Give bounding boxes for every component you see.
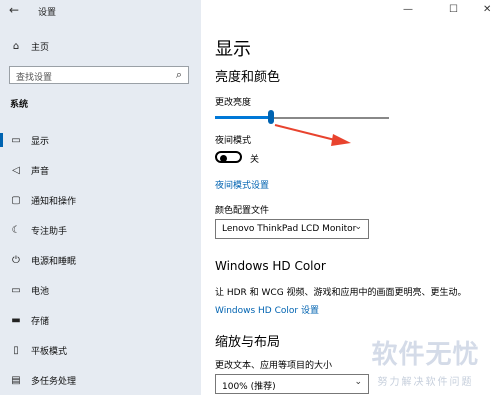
scale-dropdown[interactable]: 100% (推荐) ⌄: [215, 374, 369, 394]
sidebar-item-label: 存储: [31, 316, 50, 327]
color-profile-dropdown[interactable]: Lenovo ThinkPad LCD Monitor ⌄: [215, 219, 369, 239]
tablet-icon: ▯: [13, 344, 19, 356]
watermark: 软件无忧 努力解决软件问题: [368, 334, 483, 388]
moon-icon: ☾: [11, 224, 21, 236]
sidebar-item-battery[interactable]: ▭ 电池: [0, 279, 201, 301]
sidebar-item-focus-assist[interactable]: ☾ 专注助手: [0, 219, 201, 241]
night-light-settings-link[interactable]: 夜间模式设置: [215, 178, 269, 191]
sidebar-item-tablet-mode[interactable]: ▯ 平板模式: [0, 339, 201, 361]
sidebar-item-label: 声音: [31, 166, 50, 177]
speaker-icon: ◁: [12, 164, 20, 176]
color-profile-value: Lenovo ThinkPad LCD Monitor: [222, 224, 357, 234]
scale-value: 100% (推荐): [222, 382, 276, 392]
sidebar-item-home[interactable]: ⌂ 主页: [0, 35, 201, 57]
scale-label: 更改文本、应用等项目的大小: [215, 361, 333, 371]
sidebar-item-label: 显示: [31, 136, 50, 147]
annotation-arrow-icon: [274, 124, 351, 146]
chevron-down-icon: ⌄: [354, 222, 362, 232]
sidebar-item-display[interactable]: ▭ 显示: [0, 129, 201, 151]
color-profile-label: 颜色配置文件: [215, 206, 270, 216]
sidebar-item-label: 平板模式: [31, 346, 68, 357]
back-arrow-icon[interactable]: ←: [9, 3, 19, 17]
hd-color-settings-link[interactable]: Windows HD Color 设置: [215, 303, 319, 316]
multitask-icon: ▤: [11, 374, 21, 386]
sidebar-item-notifications[interactable]: ▢ 通知和操作: [0, 189, 201, 211]
main-content: — ☐ ✕ 显示 亮度和颜色 更改亮度 夜间模式 关 夜间模式设置 颜色配置文件…: [201, 0, 500, 395]
home-icon: ⌂: [12, 40, 20, 52]
sidebar-item-power[interactable]: ⏻ 电源和睡眠: [0, 249, 201, 271]
sidebar-item-sound[interactable]: ◁ 声音: [0, 159, 201, 181]
battery-icon: ▭: [11, 284, 21, 296]
sidebar-item-label: 电源和睡眠: [31, 256, 77, 267]
watermark-main: 软件无忧: [371, 340, 480, 370]
hd-color-description: 让 HDR 和 WCG 视频、游戏和应用中的画面更明亮、更生动。: [215, 288, 467, 298]
sidebar-item-label: 专注助手: [31, 226, 68, 237]
notification-icon: ▢: [11, 194, 21, 206]
sidebar-item-storage[interactable]: ▬ 存储: [0, 309, 201, 331]
search-placeholder: 查找设置: [16, 73, 53, 83]
sidebar-item-label: 多任务处理: [31, 376, 77, 387]
sidebar-item-label: 通知和操作: [31, 196, 77, 207]
sidebar-item-label: 主页: [31, 42, 50, 53]
window-title: 设置: [38, 8, 57, 18]
title-bar: ← 设置: [0, 0, 201, 22]
search-input[interactable]: 查找设置 ⌕: [9, 66, 189, 84]
search-icon[interactable]: ⌕: [176, 68, 182, 82]
hd-color-title: Windows HD Color: [215, 259, 326, 273]
sidebar-section-title: 系统: [10, 100, 29, 110]
display-icon: ▭: [11, 134, 21, 146]
watermark-sub: 努力解决软件问题: [377, 377, 474, 388]
power-icon: ⏻: [12, 254, 20, 266]
scale-section-title: 缩放与布局: [215, 335, 281, 350]
storage-icon: ▬: [11, 314, 21, 326]
sidebar-item-label: 电池: [31, 286, 50, 297]
sidebar: ← 设置 ⌂ 主页 查找设置 ⌕ 系统 ▭ 显示 ◁ 声音 ▢ 通知和操作 ☾ …: [0, 0, 201, 395]
chevron-down-icon: ⌄: [354, 377, 362, 387]
sidebar-item-multitasking[interactable]: ▤ 多任务处理: [0, 369, 201, 391]
